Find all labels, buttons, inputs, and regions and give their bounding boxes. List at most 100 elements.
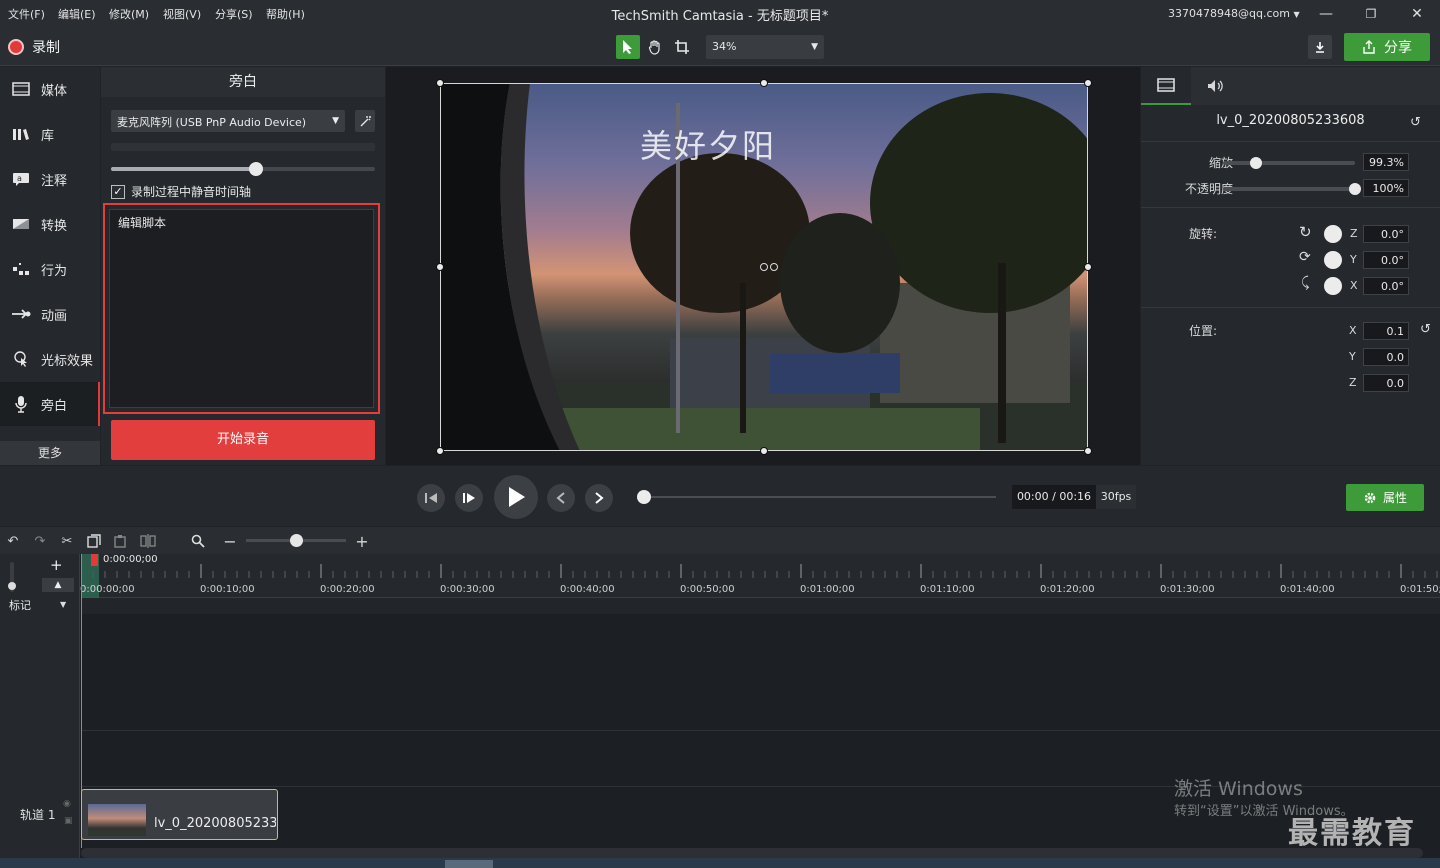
- chevron-down-icon: ▼: [1293, 10, 1300, 19]
- crop-tool-button[interactable]: [670, 35, 694, 59]
- resize-handle-bottom[interactable]: [760, 447, 768, 455]
- next-clip-button[interactable]: [585, 484, 613, 512]
- scale-slider-knob[interactable]: [1250, 157, 1262, 169]
- resize-handle-left[interactable]: [436, 263, 444, 271]
- download-button[interactable]: [1308, 35, 1332, 59]
- rotation-z-dial[interactable]: [1324, 225, 1342, 243]
- canvas-area[interactable]: 美好夕阳: [386, 67, 1140, 465]
- reset-icon[interactable]: ↺: [1420, 322, 1431, 337]
- record-button[interactable]: 录制: [8, 37, 60, 57]
- zoom-select[interactable]: 34% ▼: [706, 35, 824, 59]
- menu-view[interactable]: 视图(V): [163, 6, 201, 22]
- plus-icon: +: [355, 531, 369, 551]
- anchor-handle[interactable]: [770, 263, 778, 271]
- sidebar-item-label: 媒体: [41, 83, 68, 99]
- volume-slider[interactable]: [111, 162, 375, 176]
- position-z-value[interactable]: 0.0: [1363, 374, 1409, 392]
- resize-handle-right[interactable]: [1084, 263, 1092, 271]
- scale-slider[interactable]: [1223, 157, 1355, 169]
- sidebar-item-narration[interactable]: 旁白: [0, 382, 100, 426]
- tab-audio-properties[interactable]: [1191, 67, 1241, 105]
- sidebar-item-behaviors[interactable]: 行为: [0, 247, 100, 291]
- horizontal-scrollbar[interactable]: [81, 848, 1423, 858]
- fps-display[interactable]: 30fps: [1096, 485, 1136, 509]
- opacity-slider-knob[interactable]: [1349, 183, 1361, 195]
- play-button[interactable]: [494, 475, 538, 519]
- sidebar-item-cursor-effects[interactable]: 光标效果: [0, 337, 100, 381]
- tab-visual-properties[interactable]: [1141, 67, 1191, 105]
- chevron-down-icon[interactable]: ▼: [60, 600, 66, 609]
- pan-tool-button[interactable]: [643, 35, 667, 59]
- previous-clip-button[interactable]: [547, 484, 575, 512]
- position-z-axis: Z: [1349, 376, 1357, 389]
- undo-button[interactable]: ↶: [3, 531, 23, 551]
- sidebar-item-transitions[interactable]: 转换: [0, 202, 100, 246]
- position-y-value[interactable]: 0.0: [1363, 348, 1409, 366]
- timeline-ruler[interactable]: 0:00:00;00 0:00:00;00 0:00:10;00 0:00:20;0…: [80, 554, 1440, 598]
- gear-icon: [1364, 492, 1376, 503]
- resize-handle-top-left[interactable]: [436, 79, 444, 87]
- account-menu[interactable]: 3370478948@qq.com ▼: [1168, 7, 1300, 20]
- microphone-select[interactable]: 麦克风阵列 (USB PnP Audio Device) ▼: [111, 110, 345, 132]
- rotation-y-dial[interactable]: [1324, 251, 1342, 269]
- sidebar-item-media[interactable]: 媒体: [0, 67, 100, 111]
- add-track-button[interactable]: +: [50, 556, 63, 574]
- select-tool-button[interactable]: [616, 35, 640, 59]
- step-back-button[interactable]: [417, 484, 445, 512]
- cut-button[interactable]: ✂: [57, 531, 77, 551]
- scrubber-knob[interactable]: [637, 490, 651, 504]
- timeline-clip[interactable]: lv_0_20200805233608: [81, 789, 278, 840]
- timeline-zoom-knob[interactable]: [290, 534, 303, 547]
- step-forward-button[interactable]: [455, 484, 483, 512]
- share-button[interactable]: 分享: [1344, 33, 1430, 61]
- menu-share[interactable]: 分享(S): [215, 6, 253, 22]
- start-recording-button[interactable]: 开始录音: [111, 420, 375, 460]
- collapse-button[interactable]: ▲: [42, 578, 74, 592]
- menu-help[interactable]: 帮助(H): [266, 6, 305, 22]
- resize-handle-top-right[interactable]: [1084, 79, 1092, 87]
- scrubber-track[interactable]: [644, 496, 996, 498]
- plus-icon: +: [50, 556, 63, 574]
- script-textarea[interactable]: 编辑脚本: [109, 209, 374, 408]
- mute-timeline-checkbox[interactable]: ✓: [111, 184, 125, 199]
- sidebar-item-library[interactable]: 库: [0, 112, 100, 156]
- rotation-x-dial[interactable]: [1324, 277, 1342, 295]
- sidebar-item-animations[interactable]: 动画: [0, 292, 100, 336]
- lock-icon[interactable]: ▣: [64, 816, 73, 826]
- redo-button[interactable]: ↷: [30, 531, 50, 551]
- reset-icon[interactable]: ↺: [1410, 115, 1421, 130]
- restore-button[interactable]: ❐: [1351, 2, 1391, 26]
- copy-button[interactable]: [84, 531, 104, 551]
- rotation-x-value[interactable]: 0.0°: [1363, 277, 1409, 295]
- zoom-out-button[interactable]: −: [220, 531, 240, 551]
- opacity-value[interactable]: 100%: [1363, 179, 1409, 197]
- close-button[interactable]: ✕: [1397, 2, 1437, 26]
- playhead-flag[interactable]: [91, 554, 98, 566]
- volume-slider-knob[interactable]: [249, 162, 264, 176]
- rotation-center-handle[interactable]: [760, 263, 768, 271]
- paste-button[interactable]: [110, 531, 130, 551]
- resize-handle-bottom-left[interactable]: [436, 447, 444, 455]
- mic-auto-adjust-button[interactable]: [355, 110, 375, 132]
- track-height-knob[interactable]: [8, 582, 16, 590]
- mute-timeline-option[interactable]: ✓ 录制过程中静音时间轴: [111, 183, 251, 200]
- split-button[interactable]: [138, 531, 158, 551]
- menu-edit[interactable]: 编辑(E): [58, 6, 96, 22]
- sidebar-item-annotations[interactable]: a 注释: [0, 157, 100, 201]
- properties-button[interactable]: 属性: [1346, 484, 1424, 511]
- position-x-value[interactable]: 0.1: [1363, 322, 1409, 340]
- rotation-z-value[interactable]: 0.0°: [1363, 225, 1409, 243]
- resize-handle-top[interactable]: [760, 79, 768, 87]
- scale-value[interactable]: 99.3%: [1363, 153, 1409, 171]
- menu-file[interactable]: 文件(F): [8, 6, 45, 22]
- zoom-in-button[interactable]: +: [352, 531, 372, 551]
- rotation-y-value[interactable]: 0.0°: [1363, 251, 1409, 269]
- opacity-slider[interactable]: [1223, 183, 1361, 195]
- more-button[interactable]: 更多: [0, 441, 100, 465]
- minimize-button[interactable]: —: [1306, 2, 1346, 26]
- zoom-to-fit-button[interactable]: [188, 531, 208, 551]
- marker-row[interactable]: [81, 598, 1440, 614]
- eye-icon[interactable]: ◉: [63, 799, 71, 809]
- resize-handle-bottom-right[interactable]: [1084, 447, 1092, 455]
- menu-modify[interactable]: 修改(M): [109, 6, 149, 22]
